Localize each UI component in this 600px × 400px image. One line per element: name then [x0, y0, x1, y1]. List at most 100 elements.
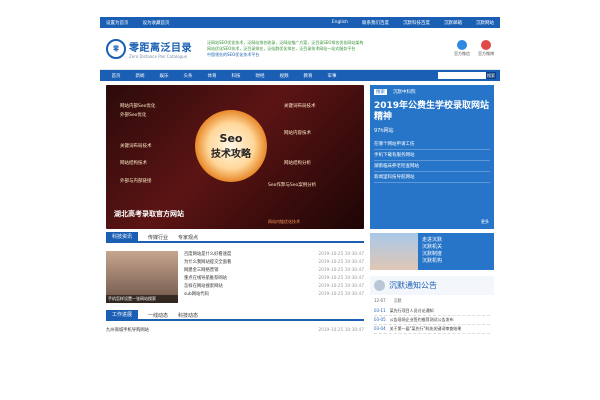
work-title: 九州商城手机导购网站: [106, 328, 149, 333]
table-row[interactable]: 网建金三网络营销 2019-10-25 10:30:47: [184, 267, 364, 275]
nav-item-ent[interactable]: 娱乐: [152, 73, 176, 79]
featured-sub[interactable]: 97h网站: [374, 127, 490, 134]
list-item[interactable]: 新闻里科技导航网站: [374, 172, 490, 183]
weixin-label: 官方微信: [454, 51, 470, 56]
news-thumbnail[interactable]: 手机怎样设置一张网站搜索: [106, 251, 178, 303]
tab-tech-dynamic[interactable]: 科技动态: [178, 312, 198, 319]
news-title: 重点在线导航推荐网站: [184, 276, 227, 281]
notice-header: 沉默通知公告: [370, 276, 494, 295]
tab-search[interactable]: 搜索: [374, 89, 387, 95]
site-link[interactable]: 沉默网站: [476, 20, 494, 26]
promo-line: 沉默制度: [422, 251, 443, 257]
tab-expert[interactable]: 专家观点: [178, 234, 198, 241]
banner-label: 外部Seo优化: [120, 113, 147, 118]
weibo-icon: [481, 40, 491, 50]
list-item[interactable]: 湖南临床养老检查网站: [374, 161, 490, 172]
notice-text: 某先行项目人员讨论通知: [389, 308, 434, 313]
banner-label: 网站结构技术: [120, 161, 147, 166]
set-homepage-link[interactable]: 设置为首页: [106, 20, 129, 26]
news-title: 为什么我网站提交全面看: [184, 260, 232, 265]
nav-item-military[interactable]: 军事: [320, 73, 344, 79]
banner-label: 关键词布局技术: [284, 104, 316, 109]
banner-label: Seo作弊与Seo案例分析: [268, 183, 317, 188]
main-nav: 首页 新闻 娱乐 头条 体育 科技 财经 视频 教育 军事 搜索: [100, 70, 500, 81]
search-button[interactable]: 搜索: [486, 72, 496, 79]
nav-item-video[interactable]: 视频: [272, 73, 296, 79]
contact-link[interactable]: 联系我们百度: [362, 20, 389, 26]
tab-media[interactable]: 传媒行业: [148, 234, 168, 241]
seo-badge-cn: 技术攻略: [211, 149, 251, 160]
banner-label: 网站结构分析: [284, 161, 311, 166]
news-title: 网建金三网络营销: [184, 268, 219, 273]
promo-box[interactable]: 走进沉默 沉默机关 沉默制度 沉默机构: [370, 233, 494, 270]
notice-date: 03-04: [374, 326, 386, 331]
more-link[interactable]: 更多: [481, 219, 489, 225]
notice-tab[interactable]: 12-07: [374, 298, 386, 304]
notice-title: 沉默通知公告: [389, 281, 437, 290]
speaker-icon: [374, 280, 385, 291]
banner-tag: 网站内链优化技术: [268, 219, 300, 224]
news-title: sub网站代码: [184, 292, 209, 297]
promo-line: 沉默机构: [422, 258, 443, 264]
news-date: 2019-10-25 10:30:47: [318, 260, 364, 265]
logo-mark-icon: 零: [106, 38, 126, 59]
seo-badge-en: Seo: [219, 132, 243, 145]
notice-date: 03-05: [374, 317, 386, 322]
nav-item-home[interactable]: 首页: [104, 73, 128, 79]
news-section: 科技资讯 传媒行业 专家观点 手机怎样设置一张网站搜索 百度网站是什么好看速度 2…: [106, 232, 364, 335]
news-date: 2019-10-25 10:30:47: [318, 276, 364, 281]
table-row[interactable]: 百度网站是什么好看速度 2019-10-25 10:30:47: [184, 251, 364, 259]
thumbnail-caption: 手机怎样设置一张网站搜索: [106, 295, 178, 303]
weibo-button[interactable]: 官方微博: [478, 40, 494, 57]
notice-tab[interactable]: 沉默: [394, 298, 402, 304]
table-row[interactable]: 重点在线导航推荐网站 2019-10-25 10:30:47: [184, 275, 364, 283]
list-item[interactable]: 03-11 某先行项目人员讨论通知: [374, 307, 490, 316]
nav-item-tech[interactable]: 科技: [224, 73, 248, 79]
logo[interactable]: 零 零距离泛目录 Zero Distance Pan Catalogue: [106, 38, 201, 59]
news-date: 2019-10-25 10:30:47: [318, 292, 364, 297]
tab-cas[interactable]: 沉默中科院: [393, 89, 416, 95]
nav-item-edu[interactable]: 教育: [296, 73, 320, 79]
banner-label: 网站内容技术: [284, 131, 311, 136]
tab-tech-news[interactable]: 科技资讯: [106, 232, 139, 242]
news-title: 百度网站是什么好看速度: [184, 252, 232, 257]
mail-link[interactable]: 沉默邮箱: [444, 20, 462, 26]
add-favorite-link[interactable]: 设为收藏首页: [143, 20, 170, 26]
top-bar: 设置为首页 设为收藏首页 English 联系我们百度 沉默科技百度 沉默邮箱 …: [100, 17, 500, 28]
nav-item-news[interactable]: 新闻: [128, 73, 152, 79]
nav-item-sports[interactable]: 体育: [200, 73, 224, 79]
header-desc-sub: 中国领先的SEO优化技术平台: [207, 51, 260, 57]
featured-title[interactable]: 2019年公费生学校录取网站精神: [374, 101, 490, 123]
seo-badge: Seo 技术攻略: [195, 110, 267, 182]
featured-panel: 搜索 沉默中科院 2019年公费生学校录取网站精神 97h网站 在哪个网站申请工…: [370, 85, 494, 229]
banner-label: 关键词布局技术: [120, 144, 152, 149]
table-row[interactable]: 怎样在网站搜索网站 2019-10-25 10:30:47: [184, 283, 364, 291]
news-title: 怎样在网站搜索网站: [184, 284, 223, 289]
table-row[interactable]: sub网站代码 2019-10-25 10:30:47: [184, 291, 364, 299]
seo-banner[interactable]: 网站内部Seo优化 外部Seo优化 关键词布局技术 网站结构技术 外部与内部链接…: [106, 85, 364, 229]
list-item[interactable]: 03-05 公告现场企业签约推荐测试公告发布: [374, 316, 490, 325]
tab-frontline[interactable]: 一线动态: [148, 312, 168, 319]
list-item[interactable]: 03-04 关于第一届"某先行"科技关键词审查结果: [374, 325, 490, 334]
english-link[interactable]: English: [332, 20, 348, 25]
nav-item-finance[interactable]: 财经: [248, 73, 272, 79]
header-description: 泛网站SEO优化技术，泛网站排名收录，泛网站推广方案，泛目录SEO排名优化网站架…: [201, 40, 454, 58]
search-input[interactable]: [438, 72, 486, 79]
tech-link[interactable]: 沉默科技百度: [403, 20, 430, 26]
news-date: 2019-10-25 10:30:47: [318, 268, 364, 273]
weixin-button[interactable]: 官方微信: [454, 40, 470, 57]
promo-line: 走进沉默: [422, 237, 443, 243]
table-row[interactable]: 为什么我网站提交全面看 2019-10-25 10:30:47: [184, 259, 364, 267]
banner-label: 网站内部Seo优化: [120, 104, 156, 109]
table-row[interactable]: 九州商城手机导购网站 2019-10-25 10:30:47: [106, 327, 364, 335]
banner-label: 外部与内部链接: [120, 179, 152, 184]
nav-item-headline[interactable]: 头条: [176, 73, 200, 79]
list-item[interactable]: 手机下载有服务网站: [374, 150, 490, 161]
notice-text: 关于第一届"某先行"科技关键词审查结果: [389, 326, 462, 331]
weibo-label: 官方微博: [478, 51, 494, 56]
weixin-icon: [457, 40, 467, 50]
promo-photo: [370, 233, 418, 270]
list-item[interactable]: 在哪个网站申请工伤: [374, 139, 490, 150]
tab-work[interactable]: 工作进展: [106, 310, 139, 320]
news-date: 2019-10-25 10:30:47: [318, 284, 364, 289]
